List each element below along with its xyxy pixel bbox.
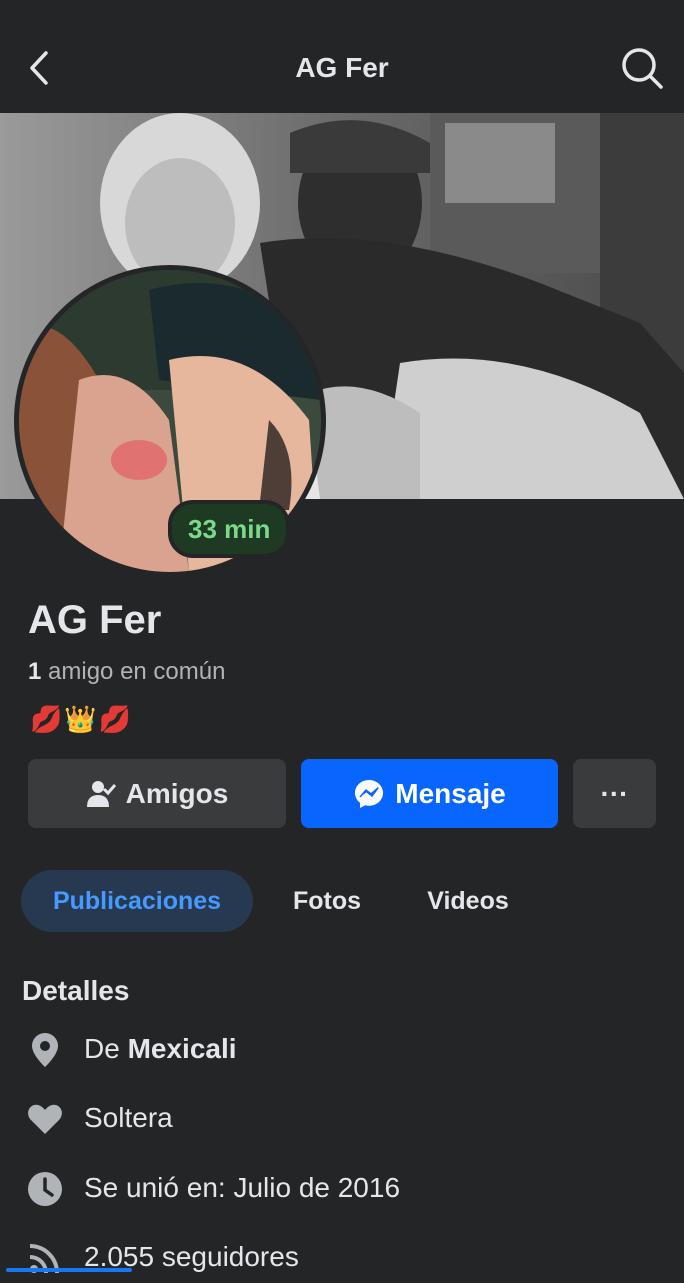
profile-bio: 💋👑💋 [30,704,134,734]
tab-videos[interactable]: Videos [408,870,528,932]
more-icon: ··· [600,777,629,809]
mutual-friends-count: 1 [28,658,42,685]
friends-button-label: Amigos [125,777,229,809]
relationship-status: Soltera [84,1102,173,1133]
top-bar: AG Fer [0,0,684,113]
scroll-indicator [6,1268,132,1272]
detail-relationship: Soltera [0,1094,684,1144]
detail-followers[interactable]: 2.055 seguidores [0,1233,684,1283]
detail-joined: Se unió en: Julio de 2016 [0,1164,684,1214]
details-title: Detalles [22,975,130,1006]
active-status-badge: 33 min [168,500,291,558]
friends-button[interactable]: Amigos [28,759,286,828]
hometown-value: Mexicali [127,1033,237,1064]
tab-fotos[interactable]: Fotos [276,870,378,932]
detail-hometown: De Mexicali [0,1025,684,1075]
location-pin-icon [32,1033,58,1067]
page-title: AG Fer [295,52,389,83]
profile-tabs: Publicaciones Fotos Videos [0,870,684,932]
message-button[interactable]: Mensaje [301,759,558,828]
messenger-icon [355,779,384,808]
hometown-prefix: De [84,1033,128,1064]
joined-date: Se unió en: Julio de 2016 [84,1172,401,1203]
search-icon [622,48,663,89]
more-options-button[interactable]: ··· [573,759,656,828]
clock-icon [28,1172,62,1206]
tab-publicaciones[interactable]: Publicaciones [21,870,253,932]
heart-icon [28,1104,62,1134]
search-button[interactable] [620,46,664,90]
friend-check-icon [86,780,116,807]
mutual-friends-label: amigo en común [41,658,226,685]
message-button-label: Mensaje [395,777,506,809]
profile-name: AG Fer [28,598,162,642]
mutual-friends[interactable]: 1 amigo en común [28,658,225,686]
